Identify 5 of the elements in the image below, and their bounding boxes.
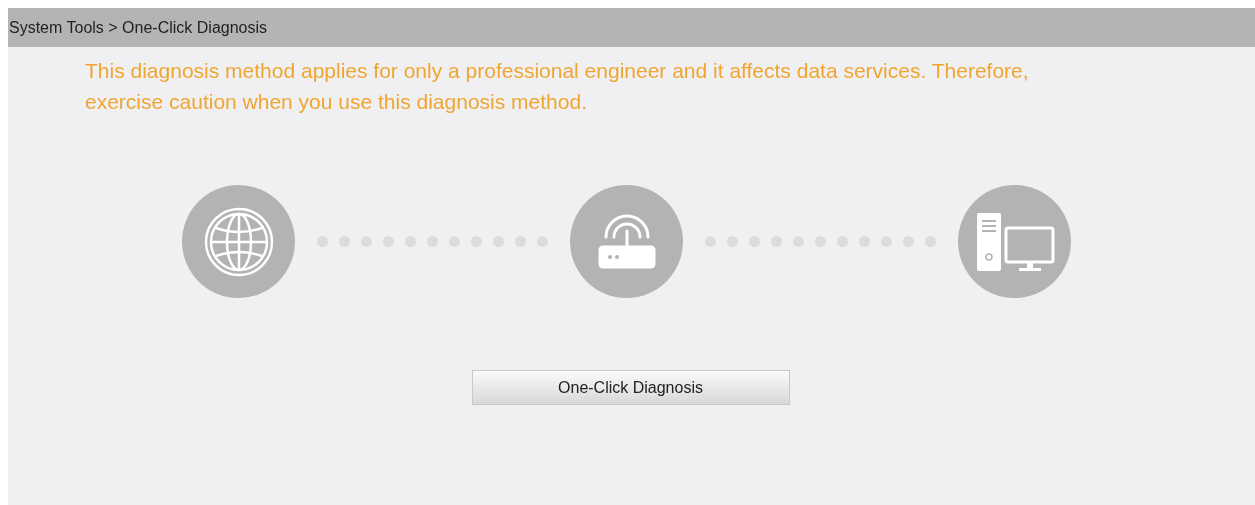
breadcrumb: System Tools > One-Click Diagnosis: [9, 17, 268, 38]
computer-icon: [974, 210, 1055, 273]
globe-icon: [202, 205, 275, 278]
diagnosis-button[interactable]: One-Click Diagnosis: [471, 370, 790, 405]
warning-text: This diagnosis method applies for only a professional engineer and it affects data services. Therefore, exercise caution when you use this diagnosis method.: [85, 58, 1030, 115]
